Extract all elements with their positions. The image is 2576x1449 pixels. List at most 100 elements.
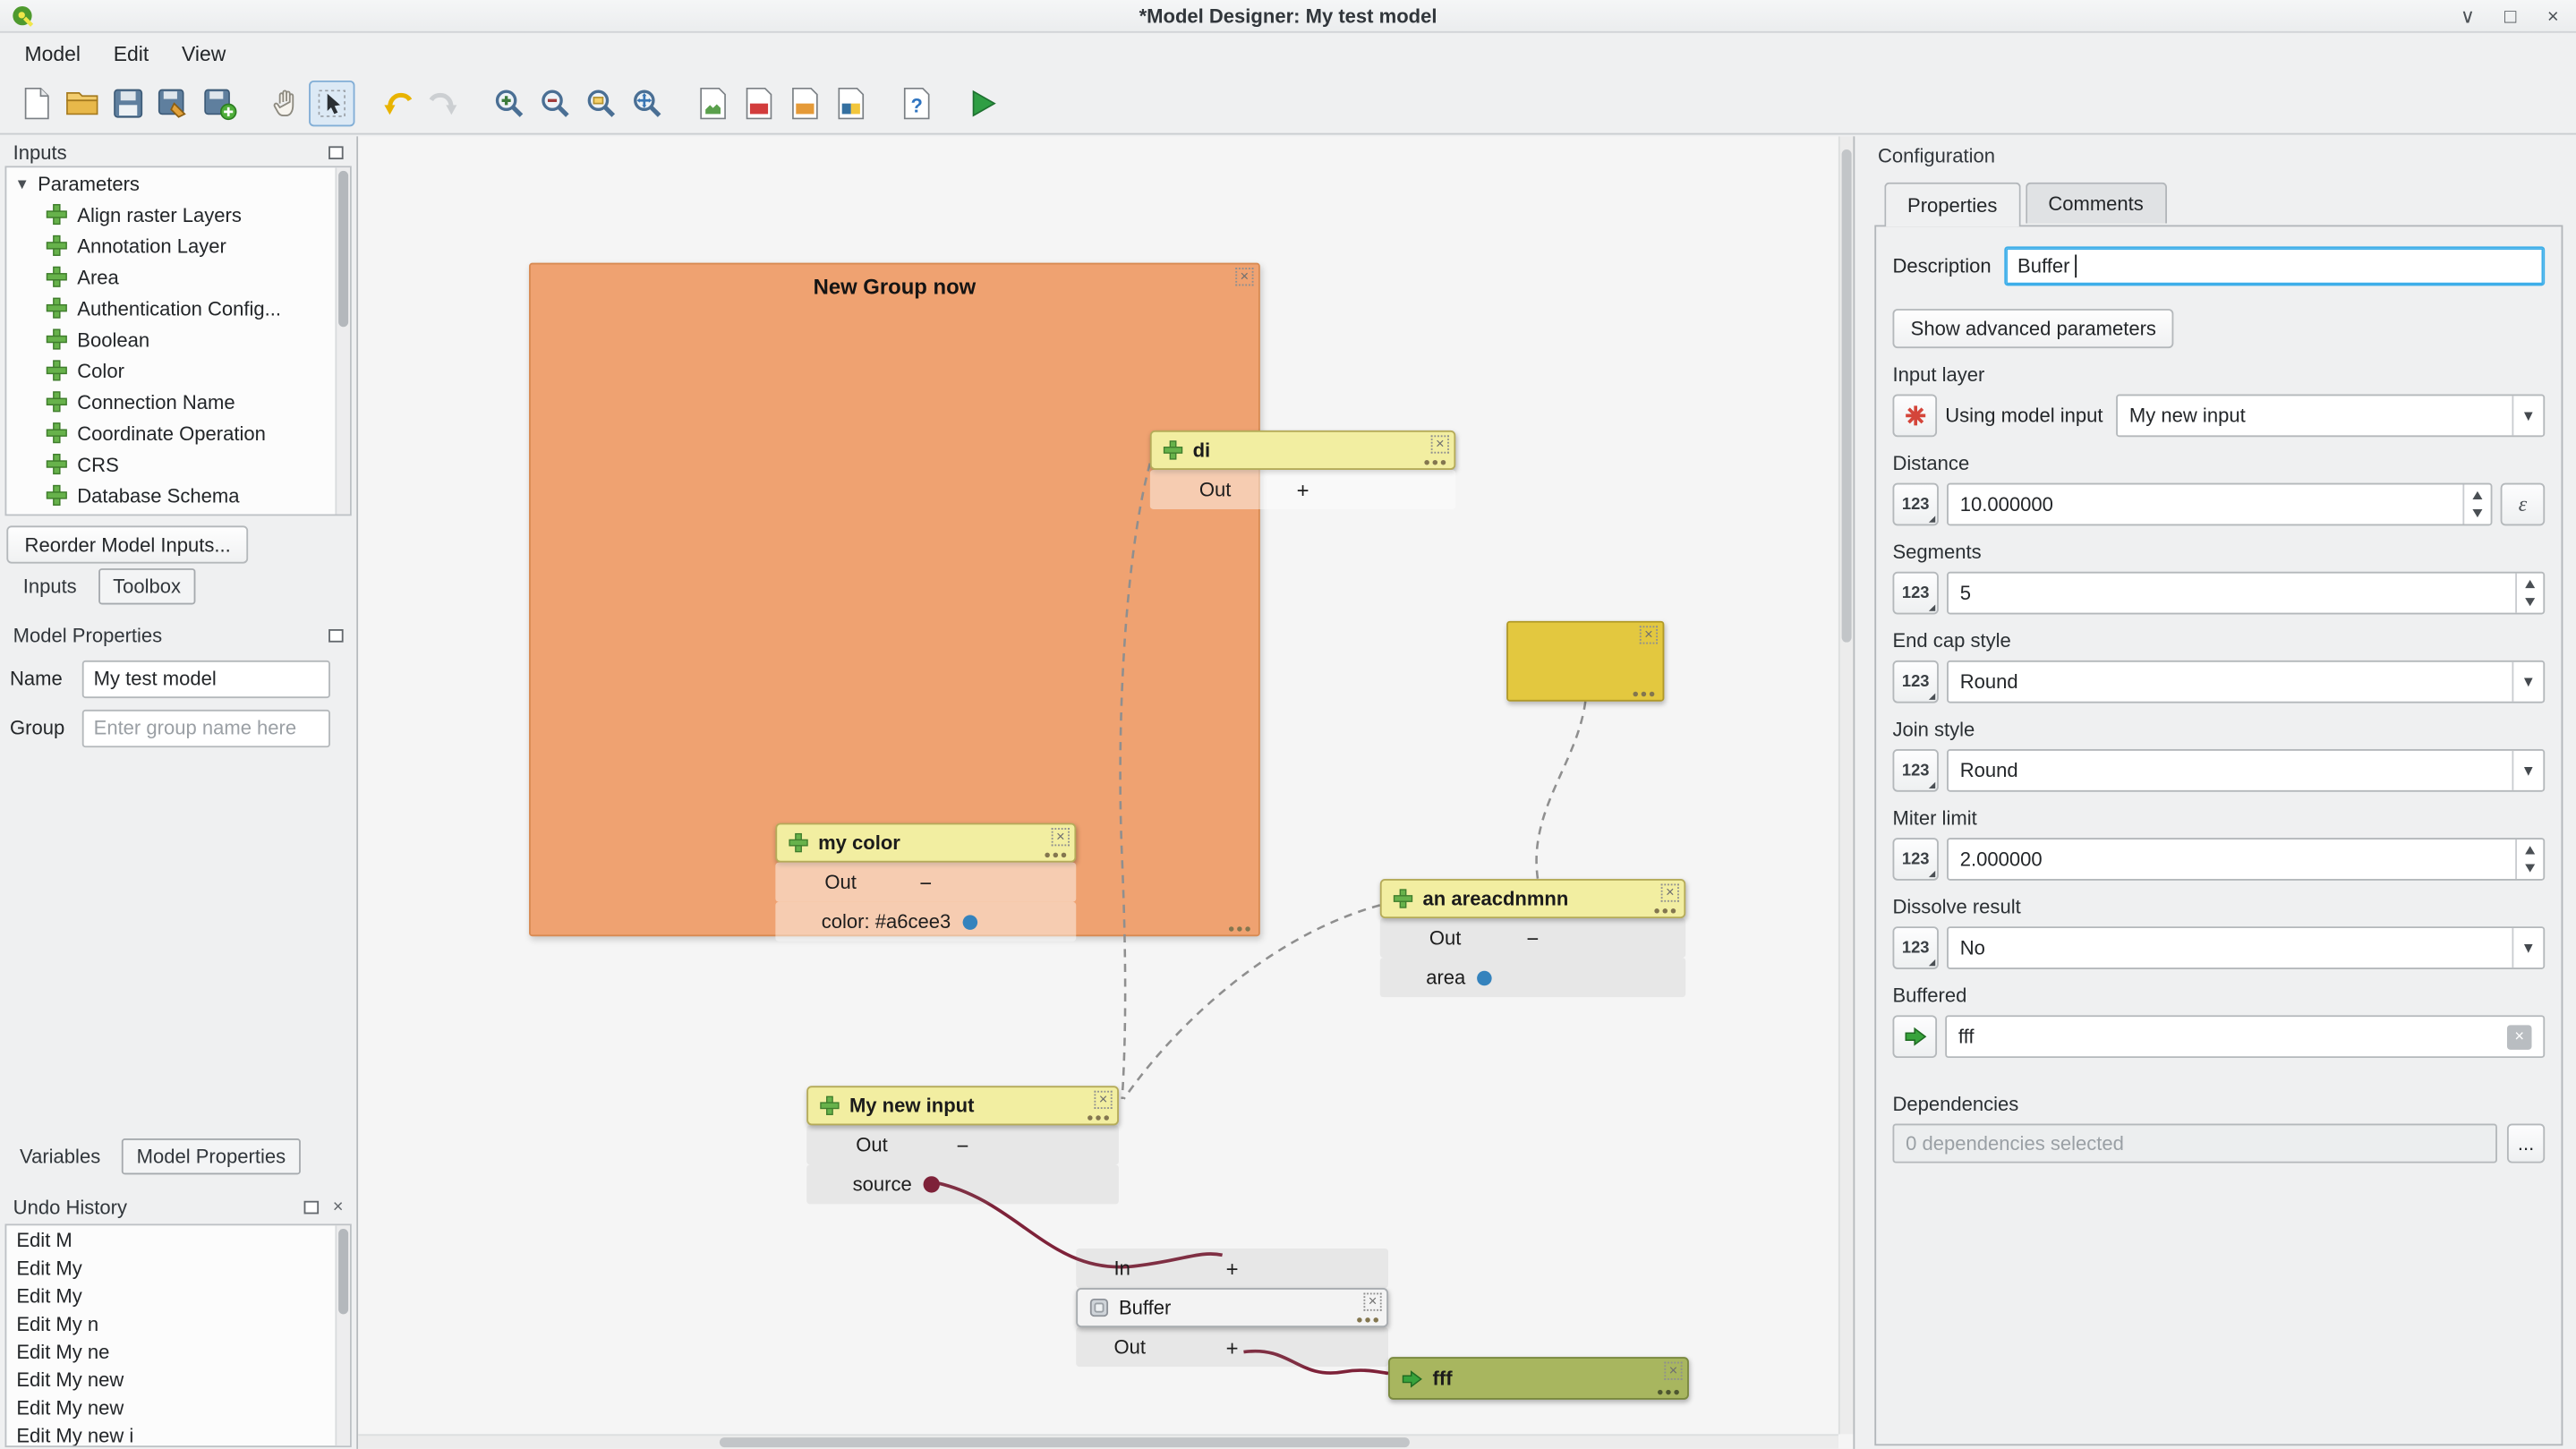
node-header[interactable]: My new input ×: [806, 1086, 1119, 1125]
dependencies-input[interactable]: 0 dependencies selected: [1892, 1123, 2496, 1163]
source-socket-dot[interactable]: [924, 1176, 940, 1192]
fold-dots-icon[interactable]: [1674, 1390, 1679, 1395]
spin-buttons[interactable]: [2462, 484, 2490, 524]
float-dock-icon[interactable]: [328, 146, 344, 159]
export-as-svg-button[interactable]: [782, 81, 828, 126]
tab-variables[interactable]: Variables: [6, 1140, 114, 1173]
help-button[interactable]: ?: [894, 81, 940, 126]
undo-history-item[interactable]: Edit My: [6, 1282, 350, 1309]
undo-history-item[interactable]: Edit My new: [6, 1394, 350, 1421]
tab-toolbox[interactable]: Toolbox: [98, 568, 196, 604]
menu-edit[interactable]: Edit: [98, 37, 164, 70]
node-in-row[interactable]: In +: [1076, 1249, 1388, 1288]
node-out-row[interactable]: Out −: [806, 1125, 1119, 1164]
remove-node-icon[interactable]: ×: [1363, 1293, 1381, 1311]
fold-dots-icon[interactable]: [1373, 1317, 1378, 1323]
save-model-button[interactable]: [105, 81, 150, 126]
model-node-my-new-input[interactable]: My new input × Out − source: [806, 1086, 1119, 1204]
fold-toggle[interactable]: −: [1527, 925, 1540, 950]
dissolve-result-combo[interactable]: No ▼: [1947, 926, 2545, 969]
zoom-out-button[interactable]: [533, 81, 578, 126]
input-layer-source-button[interactable]: [1892, 395, 1937, 438]
segments-spinbox[interactable]: 5: [1947, 572, 2545, 615]
redo-button[interactable]: [421, 81, 466, 126]
data-defined-button[interactable]: 123: [1892, 572, 1938, 615]
data-defined-button[interactable]: 123: [1892, 926, 1938, 969]
model-node-fff[interactable]: fff ×: [1388, 1357, 1689, 1400]
buffered-output-input[interactable]: fff ×: [1945, 1015, 2545, 1058]
undo-history-list[interactable]: Edit M Edit My Edit My Edit My n Edit My…: [5, 1223, 352, 1447]
show-advanced-parameters-button[interactable]: Show advanced parameters: [1892, 309, 2174, 348]
fold-dots-icon[interactable]: [1104, 1115, 1109, 1121]
fold-toggle[interactable]: −: [957, 1133, 969, 1158]
parameter-item[interactable]: Database Schema: [6, 480, 350, 511]
parameter-item[interactable]: Annotation Layer: [6, 230, 350, 261]
end-cap-style-combo[interactable]: Round ▼: [1947, 661, 2545, 703]
fold-toggle[interactable]: +: [1297, 477, 1309, 502]
parameter-item[interactable]: Color: [6, 354, 350, 386]
export-as-script-button[interactable]: [828, 81, 874, 126]
zoom-full-button[interactable]: [578, 81, 624, 126]
fold-dots-icon[interactable]: [1650, 692, 1655, 697]
undo-button[interactable]: [374, 81, 420, 126]
node-out-row[interactable]: Out −: [775, 863, 1076, 902]
node-header[interactable]: fff ×: [1388, 1357, 1689, 1400]
undo-history-item[interactable]: Edit M: [6, 1225, 350, 1253]
parameter-item[interactable]: Align raster Layers: [6, 199, 350, 230]
tree-root-parameters[interactable]: ▼ Parameters: [6, 167, 350, 199]
export-as-image-button[interactable]: [690, 81, 736, 126]
close-dock-icon[interactable]: ×: [333, 1199, 344, 1215]
node-header[interactable]: an areacdnmnn ×: [1380, 879, 1685, 918]
new-model-button[interactable]: [13, 81, 59, 126]
menu-view[interactable]: View: [166, 37, 240, 70]
canvas-vertical-scrollbar[interactable]: [1838, 136, 1854, 1434]
model-group-input[interactable]: Enter group name here: [82, 709, 330, 746]
shade-window-icon[interactable]: ∨: [2456, 4, 2479, 28]
output-icon-button[interactable]: [1892, 1015, 1937, 1058]
canvas-horizontal-scrollbar[interactable]: [358, 1434, 1838, 1449]
node-header[interactable]: Buffer ×: [1076, 1288, 1388, 1327]
save-model-as-button[interactable]: [151, 81, 197, 126]
node-out-row[interactable]: Out −: [1380, 918, 1685, 958]
node-out-row[interactable]: Out +: [1076, 1327, 1388, 1367]
zoom-to-selection-button[interactable]: [624, 81, 670, 126]
parameter-item[interactable]: Coordinate Operation: [6, 417, 350, 448]
value-socket-dot[interactable]: [1477, 970, 1492, 985]
fold-toggle[interactable]: −: [919, 870, 932, 895]
data-defined-button[interactable]: 123: [1892, 749, 1938, 792]
remove-node-icon[interactable]: ×: [1661, 883, 1679, 901]
remove-node-icon[interactable]: ×: [1431, 435, 1449, 453]
remove-node-icon[interactable]: ×: [1094, 1091, 1112, 1109]
data-defined-button[interactable]: 123: [1892, 838, 1938, 881]
fold-dots-icon[interactable]: [1062, 853, 1067, 858]
open-model-button[interactable]: [59, 81, 105, 126]
model-node-an-areacdnmnn[interactable]: an areacdnmnn × Out − area: [1380, 879, 1685, 997]
spin-buttons[interactable]: [2515, 574, 2543, 613]
model-node-buffer[interactable]: In + Buffer × Out +: [1076, 1249, 1388, 1367]
menu-model[interactable]: Model: [10, 37, 96, 70]
close-window-icon[interactable]: ×: [2542, 4, 2565, 28]
node-header[interactable]: my color ×: [775, 823, 1076, 863]
join-style-combo[interactable]: Round ▼: [1947, 749, 2545, 792]
clear-text-icon[interactable]: ×: [2507, 1024, 2532, 1049]
undo-list-scrollbar[interactable]: [335, 1225, 350, 1445]
node-header[interactable]: di ×: [1150, 430, 1455, 470]
float-dock-icon[interactable]: [303, 1201, 319, 1215]
miter-limit-spinbox[interactable]: 2.000000: [1947, 838, 2545, 881]
save-model-in-project-button[interactable]: [197, 81, 243, 126]
remove-node-icon[interactable]: ×: [1640, 626, 1658, 644]
model-node-my-color[interactable]: my color × Out − color: #a6cee3: [775, 823, 1076, 942]
fold-dots-icon[interactable]: [1671, 908, 1676, 914]
input-layer-combo[interactable]: My new input ▼: [2116, 395, 2545, 438]
reorder-model-inputs-button[interactable]: Reorder Model Inputs...: [6, 525, 249, 563]
parameter-item[interactable]: Boolean: [6, 324, 350, 355]
distance-spinbox[interactable]: 10.000000: [1947, 483, 2492, 526]
remove-node-icon[interactable]: ×: [1664, 1362, 1682, 1380]
tab-comments[interactable]: Comments: [2026, 183, 2167, 224]
node-out-row[interactable]: Out +: [1150, 470, 1455, 509]
parameter-item[interactable]: Connection Name: [6, 386, 350, 417]
value-socket-dot[interactable]: [962, 914, 977, 929]
titlebar[interactable]: *Model Designer: My test model ∨ □ ×: [0, 0, 2576, 33]
tab-inputs[interactable]: Inputs: [10, 570, 90, 603]
description-input[interactable]: Buffer: [2004, 246, 2545, 286]
